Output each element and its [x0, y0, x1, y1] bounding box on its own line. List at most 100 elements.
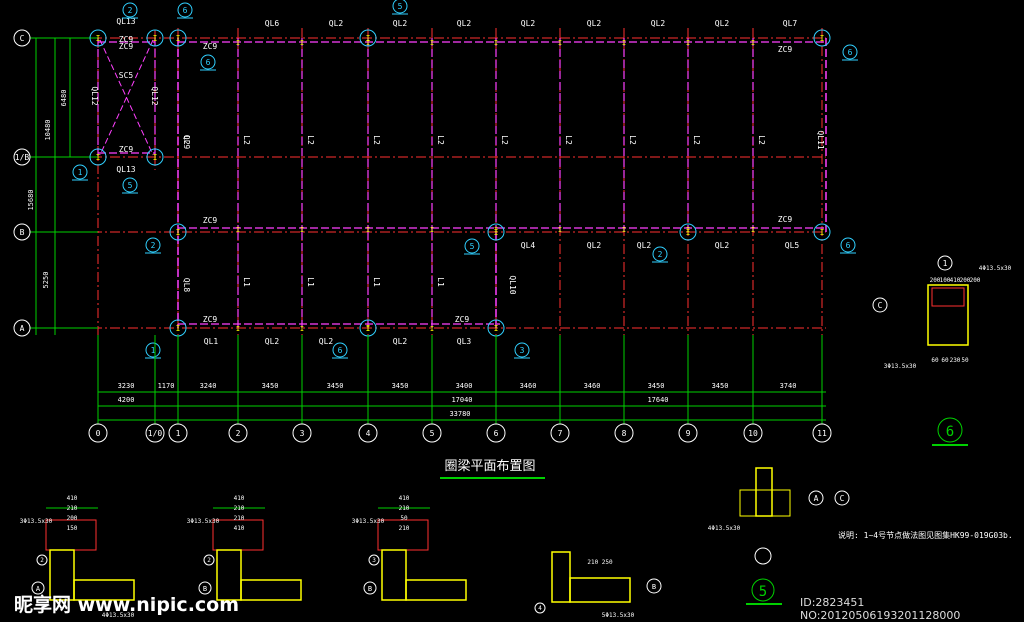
dim-text: 210 — [67, 505, 78, 512]
column-glyph: I — [820, 34, 825, 43]
axis-label: 8 — [622, 429, 627, 438]
rebar-text: 3Φ13.5x30 — [884, 363, 917, 370]
watermark-id: ID:2823451 NO:20120506193201128000 — [800, 596, 961, 622]
dim-text: 410 — [399, 495, 410, 502]
detail-outline — [927, 284, 969, 346]
beam-mark: I — [686, 39, 690, 47]
beam-label: QL2 — [715, 19, 730, 28]
beam-label: QL2 — [637, 241, 652, 250]
callout-number: 3 — [372, 557, 376, 564]
dim-text: 15680 — [27, 189, 35, 210]
column-glyph: I — [153, 34, 158, 43]
beam-l1-label: L1 — [306, 277, 315, 287]
beam-label: QL2 — [329, 19, 344, 28]
dim-text: 210 — [234, 505, 245, 512]
dim-text: 410 — [234, 525, 245, 532]
zc-label: ZC9 — [119, 145, 134, 154]
beam-label: QL1 — [204, 337, 219, 346]
structural-plan: I I I I II II II II I IIIIIIIIIIIIIIIIIIII I I IQL13… — [13, 0, 1013, 619]
dim-text: 6480 — [60, 90, 68, 107]
dim-text: 10480 — [44, 119, 52, 140]
dim-text: 3740 — [780, 382, 797, 390]
beam-label: QL12 — [150, 86, 159, 105]
dim-text: 60 — [931, 357, 939, 364]
dim-text: 3450 — [392, 382, 409, 390]
beam-l2-label: L2 — [757, 135, 766, 145]
beam-label: QL10 — [508, 275, 517, 294]
dim-text: 50 — [400, 515, 408, 522]
zc-label: ZC9 — [119, 35, 134, 44]
axis-label: 1/0 — [148, 429, 163, 438]
beam-l2-label: L2 — [692, 135, 701, 145]
beam-mark: I — [366, 325, 370, 333]
dim-text: 3230 — [118, 382, 135, 390]
zc-label: ZC9 — [778, 215, 793, 224]
callout-number: 6 — [848, 48, 853, 57]
dim-text: 200 — [67, 515, 78, 522]
beam-l2-label: L2 — [500, 135, 509, 145]
axis-label: 1 — [943, 259, 948, 268]
dim-text: 50 — [961, 357, 969, 364]
dim-text: 17640 — [647, 396, 668, 404]
dim-text: 200 — [970, 277, 981, 284]
axis-label: C — [878, 301, 883, 310]
column-glyph: I — [176, 228, 181, 237]
beam-label: QL2 — [265, 337, 280, 346]
detail-3-outline — [405, 579, 467, 601]
beam-l2-label: L2 — [436, 135, 445, 145]
detail-3-outline — [381, 549, 407, 601]
callout-number: 6 — [338, 346, 343, 355]
dim-text: 3240 — [200, 382, 217, 390]
beam-mark: I — [494, 226, 498, 234]
beam-mark: I — [430, 39, 434, 47]
dim-text: 410 — [234, 495, 245, 502]
dim-text: 210 — [399, 525, 410, 532]
beam-mark: I — [558, 226, 562, 234]
beam-l2-label: L2 — [564, 135, 573, 145]
axis-label: B — [368, 585, 372, 593]
beam-mark: I — [430, 325, 434, 333]
callout-number: 5 — [470, 242, 475, 251]
dim-text: 5250 — [42, 272, 50, 289]
rebar-text: 3Φ13.5x30 — [187, 518, 220, 525]
column-glyph: I — [96, 34, 101, 43]
column-glyph: I — [820, 228, 825, 237]
beam-label: QL6 — [265, 19, 280, 28]
beam-label: QL2 — [393, 19, 408, 28]
column-glyph: I — [176, 324, 181, 333]
beam-label: QL11 — [816, 130, 825, 149]
dim-text: 150 — [67, 525, 78, 532]
beam-l2-label: L2 — [242, 135, 251, 145]
axis-label: 1/B — [15, 153, 30, 162]
detail-4-outline — [551, 551, 571, 603]
axis-label: 11 — [817, 429, 827, 438]
callout-number: 2 — [658, 250, 663, 259]
dim-text: 33780 — [449, 410, 470, 418]
callout-number: 5 — [398, 2, 403, 11]
rebar-text: 4Φ13.5x30 — [979, 265, 1012, 272]
beam-label: QL4 — [521, 241, 536, 250]
beam-mark: I — [300, 226, 304, 234]
beam-mark: I — [494, 39, 498, 47]
dim-text: 1170 — [158, 382, 175, 390]
axis-label: 7 — [558, 429, 563, 438]
beam-mark: I — [558, 39, 562, 47]
detail-4-outline — [569, 577, 631, 603]
beam-l1-label: L1 — [372, 277, 381, 287]
zc-label: ZC9 — [778, 45, 793, 54]
detail-outline — [739, 489, 791, 517]
dim-text: 3400 — [456, 382, 473, 390]
rebar-text: 5Φ13.5x30 — [602, 612, 635, 619]
detail-rebar-box — [931, 287, 965, 307]
detail-number: 6 — [946, 424, 954, 440]
dim-text: 210 — [234, 515, 245, 522]
zc-label: ZC9 — [203, 216, 218, 225]
beam-label: QL12 — [90, 86, 99, 105]
drawing-title: 圈梁平面布置图 — [444, 459, 535, 474]
axis-label: 9 — [686, 429, 691, 438]
beam-mark: I — [236, 39, 240, 47]
beam-label: QL2 — [393, 337, 408, 346]
column-glyph: I — [176, 34, 181, 43]
dim-text: 3460 — [584, 382, 601, 390]
beam-l2-label: L2 — [306, 135, 315, 145]
